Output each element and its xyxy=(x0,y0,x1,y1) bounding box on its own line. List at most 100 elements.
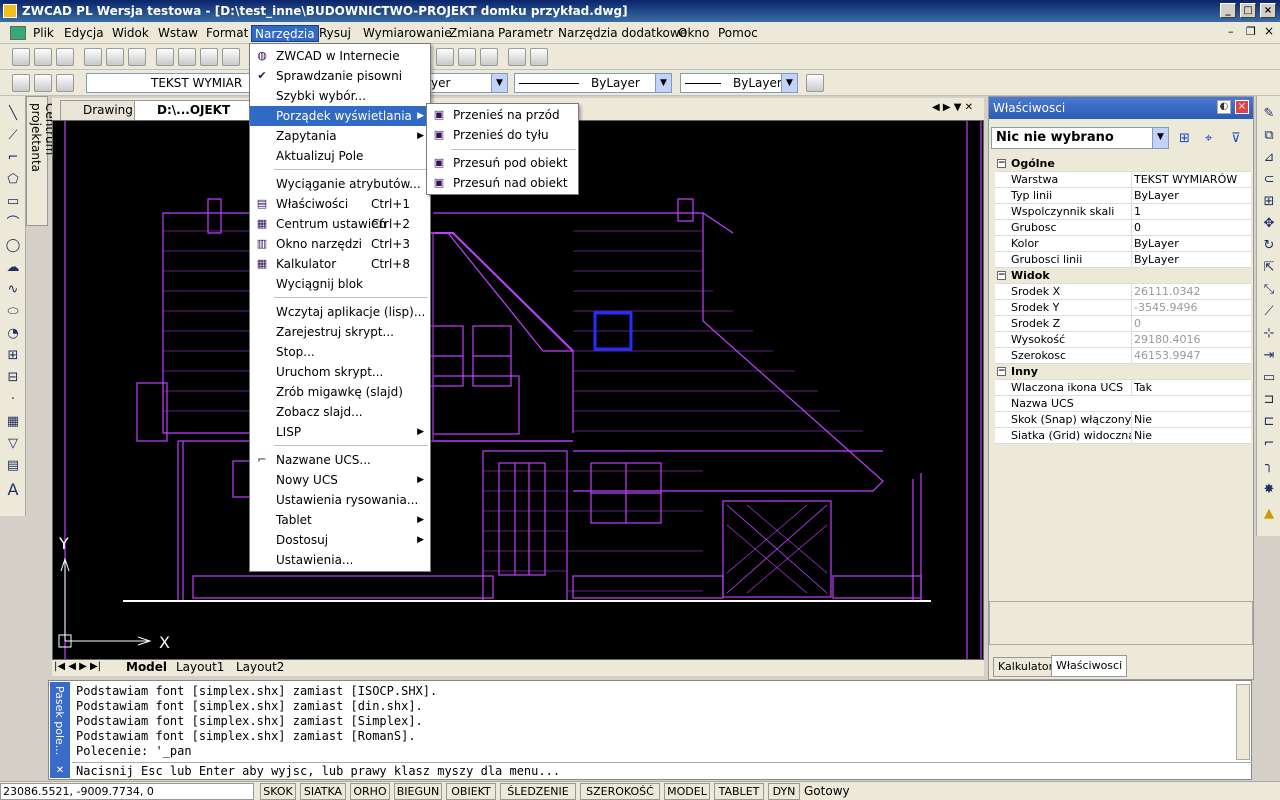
tools-menu-item[interactable]: Szybki wybór... xyxy=(250,86,430,106)
preview-icon[interactable] xyxy=(106,48,124,66)
tools-menu-item[interactable]: Wczytaj aplikacje (lisp)... xyxy=(250,302,430,322)
open-icon[interactable] xyxy=(34,48,52,66)
quick-select-icon[interactable]: ⊞ xyxy=(1179,131,1190,146)
tools-menu-item[interactable]: Porządek wyświetlania ▶ xyxy=(250,106,430,126)
line-icon[interactable]: ╲ xyxy=(5,106,21,122)
ellipse-arc-icon[interactable]: ◔ xyxy=(5,326,21,342)
property-row[interactable]: Kolor ByLayer xyxy=(995,236,1251,252)
otrack-toggle[interactable]: ŚLEDZENIE xyxy=(500,783,576,800)
menu-narzedzia[interactable]: Narzędzia xyxy=(251,25,319,42)
mdi-minimize-icon[interactable]: – xyxy=(1228,25,1234,38)
extend-icon[interactable]: ⇥ xyxy=(1261,348,1277,364)
mirror-icon[interactable]: ⊿ xyxy=(1261,150,1277,166)
property-row[interactable]: Srodek Y -3545.9496 xyxy=(995,300,1251,316)
lineweight-toggle[interactable]: SZEROKOŚĆ xyxy=(580,783,660,800)
tools-menu-item[interactable]: Zapytania ▶ xyxy=(250,126,430,146)
tools-menu-item[interactable]: Zarejestruj skrypt... xyxy=(250,322,430,342)
tools-menu-item[interactable]: ▦ Kalkulator Ctrl+8 xyxy=(250,254,430,274)
mdi-restore-icon[interactable]: ❐ xyxy=(1246,25,1256,38)
property-row[interactable]: Warstwa TEKST WYMIARÓW xyxy=(995,172,1251,188)
xline-icon[interactable]: ⟋ xyxy=(5,128,21,144)
property-value[interactable]: TEKST WYMIARÓW xyxy=(1131,172,1251,188)
offset-icon[interactable]: ⊂ xyxy=(1261,172,1277,188)
tab-kalkulator[interactable]: Kalkulator xyxy=(993,657,1059,677)
tools-menu-item[interactable]: Stop... xyxy=(250,342,430,362)
property-row[interactable]: Srodek X 26111.0342 xyxy=(995,284,1251,300)
property-value[interactable]: Nie xyxy=(1131,428,1251,444)
explode-icon[interactable]: ✸ xyxy=(1261,482,1277,498)
property-row[interactable]: Wspolczynnik skali 1 xyxy=(995,204,1251,220)
property-row[interactable]: Typ linii ByLayer xyxy=(995,188,1251,204)
tab-active-document[interactable]: D:\...OJEKT domk xyxy=(134,100,254,135)
document-icon[interactable] xyxy=(10,26,26,40)
maximize-button[interactable]: □ xyxy=(1240,3,1256,18)
menu-widok[interactable]: Widok xyxy=(109,25,152,42)
paintbrush-icon[interactable]: ▲ xyxy=(1261,506,1277,522)
property-value[interactable]: ByLayer xyxy=(1131,252,1251,268)
fillet-icon[interactable]: ⌐ xyxy=(1261,436,1277,452)
tools-menu-item[interactable]: ▦ Centrum ustawień Ctrl+2 xyxy=(250,214,430,234)
tools-menu-item[interactable]: ✔ Sprawdzanie pisowni xyxy=(250,66,430,86)
gradient-icon[interactable]: ▽ xyxy=(5,436,21,452)
lengthen-icon[interactable]: ⟋ xyxy=(1261,304,1277,320)
tools-menu-item[interactable]: ▤ Właściwości Ctrl+1 xyxy=(250,194,430,214)
selection-combo[interactable]: Nic nie wybrano ▼ xyxy=(991,127,1169,149)
property-value[interactable]: 1 xyxy=(1131,204,1251,220)
property-value[interactable]: Nie xyxy=(1131,412,1251,428)
tools-menu-item[interactable]: ◍ ZWCAD w Internecie xyxy=(250,46,430,66)
bring-to-front-item[interactable]: ▣ Przenieś na przód xyxy=(427,105,578,125)
property-value[interactable]: ByLayer xyxy=(1131,236,1251,252)
break-icon[interactable]: ▭ xyxy=(1261,370,1277,386)
help-icon[interactable] xyxy=(530,48,548,66)
polar-toggle[interactable]: BIEGUN xyxy=(394,783,442,800)
property-row[interactable]: Skok (Snap) włączony Nie xyxy=(995,412,1251,428)
select-objects-icon[interactable]: ⌖ xyxy=(1205,131,1212,146)
property-row[interactable]: Srodek Z 0 xyxy=(995,316,1251,332)
menu-rysuj[interactable]: Rysuj xyxy=(316,25,354,42)
fillet-round-icon[interactable]: ╮ xyxy=(1261,458,1277,474)
dyn-toggle[interactable]: DYN xyxy=(768,783,800,800)
calculator-icon[interactable] xyxy=(480,48,498,66)
close-button[interactable]: × xyxy=(1260,3,1276,18)
design-center-tab[interactable]: Centrum projektanta xyxy=(26,96,57,226)
property-row[interactable]: Wlaczona ikona UCS Tak xyxy=(995,380,1251,396)
ellipse-icon[interactable]: ⬭ xyxy=(5,304,21,320)
close-command-icon[interactable]: ✕ xyxy=(52,764,68,778)
menu-parametr[interactable]: Parametr xyxy=(495,25,556,42)
spline-icon[interactable]: ∿ xyxy=(5,282,21,298)
insert-block-icon[interactable]: ⊞ xyxy=(5,348,21,364)
copy-object-icon[interactable]: ⧉ xyxy=(1261,128,1277,144)
snap-toggle[interactable]: SKOK xyxy=(260,783,296,800)
toggle-pickadd-icon[interactable]: ⊽ xyxy=(1231,131,1241,146)
collapse-icon[interactable]: − xyxy=(997,159,1006,168)
tablet-toggle[interactable]: TABLET xyxy=(714,783,764,800)
tools-menu-item[interactable]: Tablet ▶ xyxy=(250,510,430,530)
rectangle-icon[interactable]: ▭ xyxy=(5,194,21,210)
color-icon[interactable] xyxy=(806,74,824,92)
layer-combo[interactable]: yer ▼ xyxy=(426,73,508,93)
tab-model[interactable]: Model xyxy=(126,660,167,674)
property-row[interactable]: Szerokosc 46153.9947 xyxy=(995,348,1251,364)
new-icon[interactable] xyxy=(12,48,30,66)
menu-pomoc[interactable]: Pomoc xyxy=(715,25,761,42)
menu-edycja[interactable]: Edycja xyxy=(61,25,107,42)
publish-icon[interactable] xyxy=(128,48,146,66)
layer-icon[interactable] xyxy=(12,74,30,92)
tools-menu-item[interactable]: Aktualizuj Pole xyxy=(250,146,430,166)
save-icon[interactable] xyxy=(56,48,74,66)
property-value[interactable]: Tak xyxy=(1131,380,1251,396)
paste-icon[interactable] xyxy=(200,48,218,66)
property-row[interactable]: Nazwa UCS xyxy=(995,396,1251,412)
erase-icon[interactable]: ✎ xyxy=(1261,106,1277,122)
menu-wstaw[interactable]: Wstaw xyxy=(155,25,201,42)
tools-menu-item[interactable]: Uruchom skrypt... xyxy=(250,362,430,382)
send-to-back-item[interactable]: ▣ Przenieś do tyłu xyxy=(427,125,578,145)
layer-state-icon[interactable] xyxy=(34,74,52,92)
polygon-icon[interactable]: ⬠ xyxy=(5,172,21,188)
tools-menu-item[interactable]: Zobacz slajd... xyxy=(250,402,430,422)
collapse-icon[interactable]: − xyxy=(997,271,1006,280)
property-row[interactable]: Grubosci linii ByLayer xyxy=(995,252,1251,268)
property-group[interactable]: − Widok xyxy=(995,268,1251,284)
mdi-close-icon[interactable]: × xyxy=(1264,24,1274,38)
menu-narzedzia-dodatkowe[interactable]: Narzędzia dodatkowe xyxy=(555,25,690,42)
